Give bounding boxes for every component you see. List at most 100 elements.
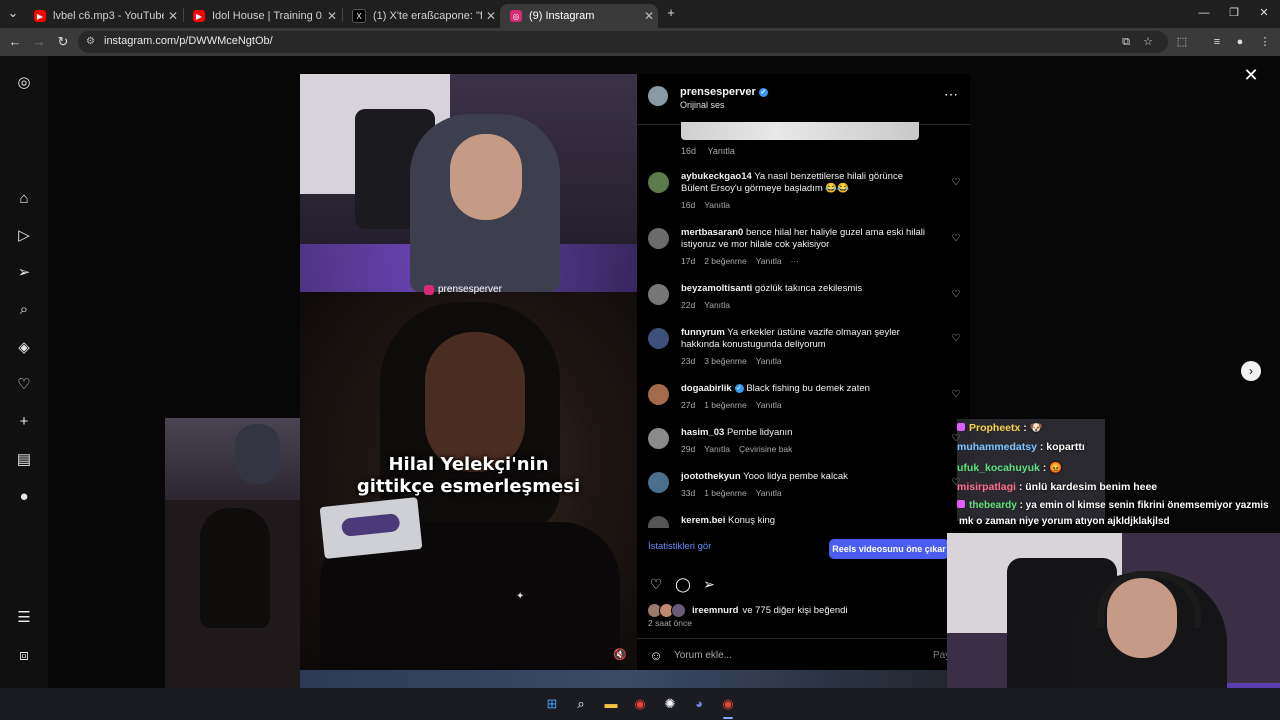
avatar[interactable]	[648, 516, 669, 528]
create-plus-icon[interactable]: +	[15, 413, 33, 431]
more-menu-icon[interactable]: ☰	[15, 609, 33, 627]
avatar[interactable]	[648, 328, 669, 349]
new-tab-icon[interactable]: +	[662, 5, 680, 21]
reload-icon[interactable]: ↻	[54, 34, 72, 50]
reply-link[interactable]: Yanıtla	[704, 200, 730, 210]
comment-likes[interactable]: 1 beğenme	[704, 400, 747, 410]
comment-username[interactable]: jootothekyun	[681, 471, 741, 482]
emoji-icon[interactable]: ☺	[648, 648, 664, 664]
explore-icon[interactable]: ◈	[15, 339, 33, 357]
bookmark-star-icon[interactable]: ☆	[1140, 34, 1156, 50]
reply-link[interactable]: Yanıtla	[756, 400, 782, 410]
comment-username[interactable]: dogaabirlik	[681, 383, 732, 394]
comment-username[interactable]: aybukeckgao14	[681, 171, 752, 182]
tab-close-icon[interactable]: ✕	[640, 9, 658, 23]
messages-icon[interactable]: ➢	[15, 264, 33, 282]
restore-icon[interactable]: ❐	[1226, 6, 1242, 20]
avatar[interactable]	[648, 472, 669, 493]
windows-start-icon[interactable]: ⊞	[543, 695, 561, 713]
modal-close-icon[interactable]: ✕	[1242, 66, 1260, 84]
post-author[interactable]: prensesperver ✓	[680, 86, 768, 98]
back-icon[interactable]: ←	[6, 34, 24, 50]
profile-icon[interactable]: ●	[15, 488, 33, 506]
boost-reel-button[interactable]: Reels videosunu öne çıkar	[829, 539, 949, 559]
like-comment-heart-icon[interactable]: ♡	[951, 334, 961, 344]
mute-icon[interactable]: 🔇	[613, 648, 627, 662]
media-controls-icon[interactable]: ≡	[1209, 34, 1225, 50]
file-explorer-icon[interactable]: ▬	[602, 695, 620, 713]
tab-close-icon[interactable]: ✕	[323, 9, 341, 23]
also-from-meta-icon[interactable]: ⧈	[15, 647, 33, 665]
browser-tab-youtube-1[interactable]: ▶ lvbel c6.mp3 - YouTube ✕	[24, 4, 182, 28]
like-heart-icon[interactable]: ♡	[648, 576, 664, 592]
comment-username[interactable]: beyzamoltisanti	[681, 283, 752, 294]
tab-close-icon[interactable]: ✕	[164, 9, 182, 23]
profile-avatar-icon[interactable]: ●	[1232, 34, 1248, 50]
reel-video[interactable]: prensesperver Hilal Yelekçi'nin gittikçe…	[300, 74, 637, 672]
reply-link[interactable]: Yanıtla	[756, 256, 782, 266]
comment-bubble-icon[interactable]: ◯	[675, 576, 691, 592]
liked-by-username[interactable]: ireemnurd	[692, 605, 738, 616]
like-comment-heart-icon[interactable]: ♡	[951, 390, 961, 400]
avatar[interactable]	[648, 384, 669, 405]
reply-link[interactable]: Yanıtla	[704, 300, 730, 310]
avatar[interactable]	[648, 428, 669, 449]
address-bar[interactable]: ⚙ instagram.com/p/DWWMceNgtOb/	[78, 31, 1168, 53]
window-close-icon[interactable]: ✕	[1256, 6, 1272, 20]
audio-label[interactable]: Orijinal ses	[680, 100, 725, 110]
reels-icon[interactable]: ▷	[15, 227, 33, 245]
discord-icon[interactable]: ◕	[690, 695, 708, 713]
avatar[interactable]	[648, 172, 669, 193]
comment-username[interactable]: hasim_03	[681, 427, 724, 438]
tab-search-icon[interactable]: ⌄	[4, 5, 22, 21]
comment-more-icon[interactable]: ···	[791, 256, 800, 266]
comment-likes[interactable]: 3 beğenme	[704, 356, 747, 366]
reply-link[interactable]: Yanıtla	[704, 444, 730, 454]
extensions-icon[interactable]: ⬚	[1174, 34, 1190, 50]
reply-link[interactable]: Yanıtla	[756, 356, 782, 366]
likes-count-text[interactable]: ve 775 diğer kişi beğendi	[742, 605, 847, 616]
view-insights-link[interactable]: İstatistikleri gör	[648, 541, 711, 552]
comment-image-thumbnail[interactable]	[681, 122, 919, 140]
site-info-icon[interactable]: ⚙	[86, 36, 97, 47]
reply-link[interactable]: Yanıtla	[708, 146, 735, 156]
like-comment-heart-icon[interactable]: ♡	[951, 234, 961, 244]
dashboard-icon[interactable]: ▤	[15, 451, 33, 469]
more-options-icon[interactable]: ⋯	[942, 86, 960, 102]
avatar[interactable]	[648, 86, 668, 106]
comment-likes[interactable]: 2 beğenme	[704, 256, 747, 266]
comment-time: 27d	[681, 400, 696, 410]
comment-username[interactable]: funnyrum	[681, 327, 725, 338]
like-comment-heart-icon[interactable]: ♡	[951, 290, 961, 300]
comment-username[interactable]: mertbasaran0	[681, 227, 743, 238]
comment-likes[interactable]: 1 beğenme	[704, 488, 747, 498]
tab-close-icon[interactable]: ✕	[482, 9, 500, 23]
avatar[interactable]	[648, 228, 669, 249]
comment-input[interactable]: Yorum ekle...	[674, 650, 732, 661]
like-comment-heart-icon[interactable]: ♡	[951, 178, 961, 188]
browser-tab-youtube-2[interactable]: ▶ Idol House | Training 01 | Dans ✕	[183, 4, 341, 28]
reply-link[interactable]: Yanıtla	[756, 488, 782, 498]
taskbar-search-icon[interactable]: ⌕	[572, 695, 590, 713]
next-post-button[interactable]: ›	[1241, 361, 1261, 381]
browser-menu-icon[interactable]: ⋮	[1257, 34, 1273, 50]
app-icon[interactable]: ✺	[661, 695, 679, 713]
url-text[interactable]: instagram.com/p/DWWMceNgtOb/	[104, 35, 273, 47]
avatar[interactable]	[648, 284, 669, 305]
install-app-icon[interactable]: ⧉	[1118, 34, 1134, 50]
instagram-logo-icon[interactable]: ◎	[15, 74, 33, 92]
chrome-active-icon[interactable]: ◉	[719, 695, 737, 713]
author-username[interactable]: prensesperver	[680, 86, 756, 98]
browser-tab-instagram[interactable]: ◎ (9) Instagram ✕	[500, 4, 658, 28]
forward-icon[interactable]: →	[30, 34, 48, 50]
chrome-icon[interactable]: ◉	[631, 695, 649, 713]
search-icon[interactable]: ⌕	[15, 301, 33, 319]
browser-tab-x[interactable]: X (1) X'te eraßcapone: "fena kıskan ✕	[342, 4, 500, 28]
share-send-icon[interactable]: ➢	[701, 576, 717, 592]
home-icon[interactable]: ⌂	[15, 190, 33, 208]
notifications-heart-icon[interactable]: ♡	[15, 376, 33, 394]
likes-summary[interactable]: ireemnurd ve 775 diğer kişi beğendi	[647, 603, 848, 618]
minimize-icon[interactable]: —	[1196, 6, 1212, 20]
see-translation-link[interactable]: Çevirisine bak	[739, 444, 792, 454]
comment-username[interactable]: kerem.bei	[681, 516, 725, 526]
